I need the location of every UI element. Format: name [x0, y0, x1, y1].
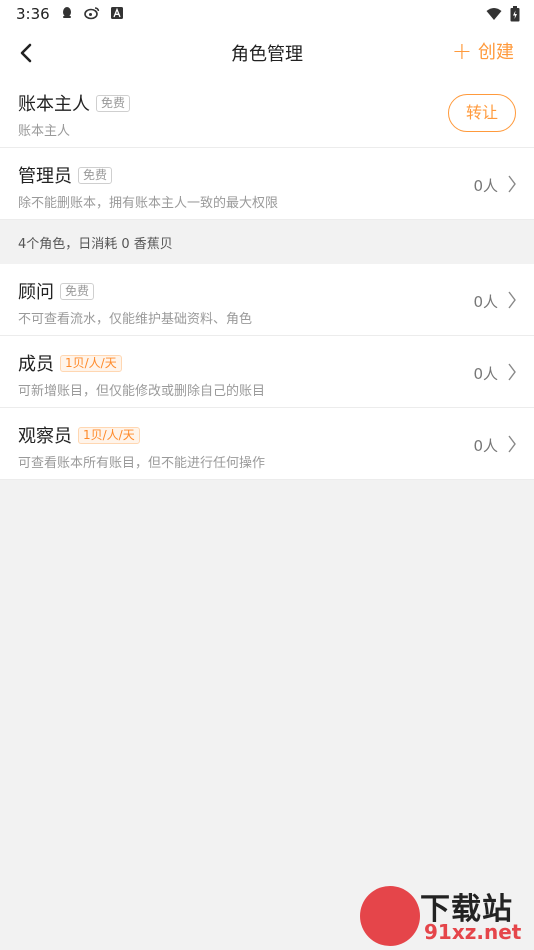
role-description: 账本主人 — [18, 124, 71, 139]
status-right-icons — [486, 6, 520, 22]
transfer-button[interactable]: 转让 — [448, 94, 516, 132]
status-time: 3:36 — [16, 5, 50, 23]
role-row-observer[interactable]: 观察员 1贝/人/天 可查看账本所有账目，但不能进行任何操作 0人 — [0, 408, 534, 480]
role-name: 观察员 — [18, 426, 72, 447]
role-description: 除不能删账本，拥有账本主人一致的最大权限 — [18, 196, 279, 211]
battery-icon — [510, 6, 520, 22]
chevron-right-icon — [508, 175, 516, 193]
role-name: 账本主人 — [18, 94, 90, 115]
role-tag: 免费 — [96, 94, 131, 112]
member-count: 0人 — [473, 437, 498, 455]
plus-icon: + — [451, 37, 472, 65]
role-tag: 免费 — [78, 166, 113, 184]
create-label: 创建 — [478, 42, 514, 63]
chevron-right-icon — [508, 435, 516, 453]
chevron-right-icon — [508, 291, 516, 309]
role-tag: 1贝/人/天 — [78, 426, 140, 444]
role-list: 账本主人 免费 账本主人 转让 管理员 免费 除不能删账本，拥有账本主人一致的最… — [0, 76, 534, 480]
role-row-member[interactable]: 成员 1贝/人/天 可新增账目，但仅能修改或删除自己的账目 0人 — [0, 336, 534, 408]
create-button[interactable]: + 创建 — [452, 38, 514, 64]
weibo-icon — [84, 7, 100, 20]
consumption-note: 4个角色，日消耗 0 香蕉贝 — [0, 220, 534, 264]
role-row-consultant[interactable]: 顾问 免费 不可查看流水，仅能维护基础资料、角色 0人 — [0, 264, 534, 336]
watermark-logo-icon — [360, 886, 420, 946]
chevron-right-icon — [508, 363, 516, 381]
wifi-icon — [486, 8, 502, 20]
role-description: 可新增账目，但仅能修改或删除自己的账目 — [18, 384, 266, 399]
watermark-text-bottom: 91xz.net — [424, 920, 522, 944]
role-name: 成员 — [18, 354, 54, 375]
role-title: 顾问 免费 — [18, 278, 95, 304]
role-name: 顾问 — [18, 282, 54, 303]
member-count: 0人 — [473, 293, 498, 311]
role-description: 不可查看流水，仅能维护基础资料、角色 — [18, 312, 253, 327]
role-row-owner: 账本主人 免费 账本主人 转让 — [0, 76, 534, 148]
status-left-icons — [60, 6, 124, 20]
qq-icon — [63, 7, 71, 18]
member-count: 0人 — [473, 177, 498, 195]
role-name: 管理员 — [18, 166, 72, 187]
role-management-screen: 3:36 角色管理 + 创建 账本主人 免费 账本主人 转让 管理员 免费 除不… — [0, 0, 534, 950]
role-title: 成员 1贝/人/天 — [18, 350, 122, 376]
role-title: 管理员 免费 — [18, 162, 113, 188]
role-title: 账本主人 免费 — [18, 90, 131, 116]
a-icon — [111, 7, 123, 19]
role-row-admin[interactable]: 管理员 免费 除不能删账本，拥有账本主人一致的最大权限 0人 — [0, 148, 534, 220]
role-description: 可查看账本所有账目，但不能进行任何操作 — [18, 456, 266, 471]
top-app-bar: 角色管理 + 创建 — [0, 28, 534, 76]
status-bar: 3:36 — [0, 0, 534, 28]
role-tag: 1贝/人/天 — [60, 354, 122, 372]
member-count: 0人 — [473, 365, 498, 383]
site-watermark: 下载站 91xz.net — [360, 882, 530, 948]
role-tag: 免费 — [60, 282, 95, 300]
role-title: 观察员 1贝/人/天 — [18, 422, 140, 448]
